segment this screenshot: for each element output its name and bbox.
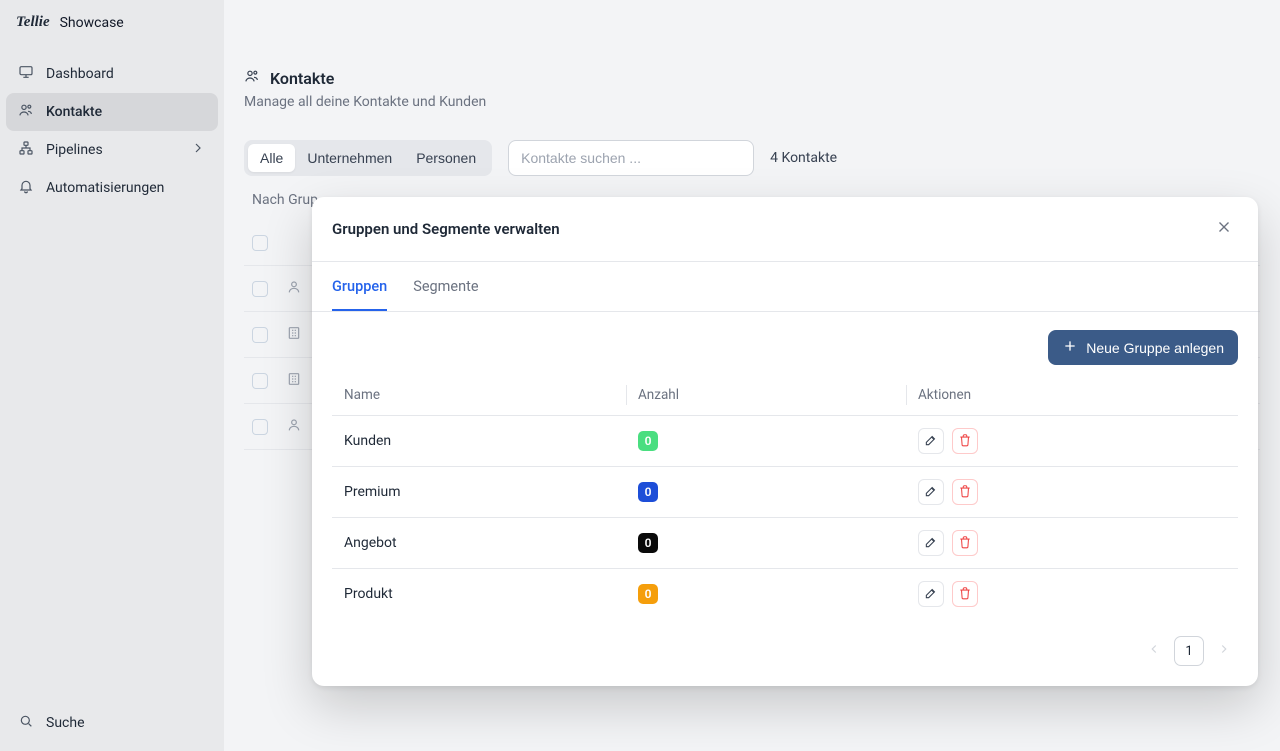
col-anzahl: Anzahl: [638, 387, 918, 403]
new-group-button[interactable]: Neue Gruppe anlegen: [1048, 330, 1238, 365]
row-actions: [918, 530, 1238, 556]
edit-icon: [924, 433, 938, 450]
row-actions: [918, 428, 1238, 454]
group-name: Premium: [344, 484, 638, 500]
col-aktionen: Aktionen: [918, 387, 1238, 403]
edit-button[interactable]: [918, 428, 944, 454]
groups-modal: Gruppen und Segmente verwalten Gruppen S…: [312, 197, 1258, 686]
delete-button[interactable]: [952, 581, 978, 607]
delete-button[interactable]: [952, 479, 978, 505]
edit-button[interactable]: [918, 479, 944, 505]
row-actions: [918, 581, 1238, 607]
table-row: Premium0: [332, 466, 1238, 517]
page-number[interactable]: 1: [1174, 636, 1204, 666]
groups-table: Name Anzahl Aktionen Kunden0Premium0Ange…: [312, 365, 1258, 619]
trash-icon: [958, 484, 972, 501]
chevron-left-icon: [1147, 642, 1161, 660]
edit-icon: [924, 586, 938, 603]
group-name: Angebot: [344, 535, 638, 551]
modal-tabs: Gruppen Segmente: [312, 262, 1258, 312]
table-row: Produkt0: [332, 568, 1238, 619]
table-row: Angebot0: [332, 517, 1238, 568]
modal-title: Gruppen und Segmente verwalten: [332, 220, 560, 238]
edit-button[interactable]: [918, 581, 944, 607]
pagination: 1: [312, 619, 1258, 686]
close-icon: [1215, 218, 1233, 240]
trash-icon: [958, 433, 972, 450]
prev-page-button[interactable]: [1140, 637, 1168, 665]
tab-segmente[interactable]: Segmente: [413, 278, 478, 311]
table-head: Name Anzahl Aktionen: [332, 377, 1238, 415]
group-name: Produkt: [344, 586, 638, 602]
delete-button[interactable]: [952, 530, 978, 556]
close-button[interactable]: [1210, 215, 1238, 243]
delete-button[interactable]: [952, 428, 978, 454]
count-badge: 0: [638, 482, 658, 502]
edit-icon: [924, 535, 938, 552]
modal-actions: Neue Gruppe anlegen: [312, 312, 1258, 365]
tab-gruppen[interactable]: Gruppen: [332, 278, 387, 311]
count-badge: 0: [638, 584, 658, 604]
plus-icon: [1062, 338, 1078, 357]
group-name: Kunden: [344, 433, 638, 449]
trash-icon: [958, 586, 972, 603]
count-badge: 0: [638, 431, 658, 451]
chevron-right-icon: [1217, 642, 1231, 660]
modal-header: Gruppen und Segmente verwalten: [312, 197, 1258, 262]
trash-icon: [958, 535, 972, 552]
table-row: Kunden0: [332, 415, 1238, 466]
count-badge: 0: [638, 533, 658, 553]
edit-icon: [924, 484, 938, 501]
row-actions: [918, 479, 1238, 505]
new-group-label: Neue Gruppe anlegen: [1086, 340, 1224, 356]
next-page-button[interactable]: [1210, 637, 1238, 665]
col-name: Name: [344, 387, 638, 403]
edit-button[interactable]: [918, 530, 944, 556]
